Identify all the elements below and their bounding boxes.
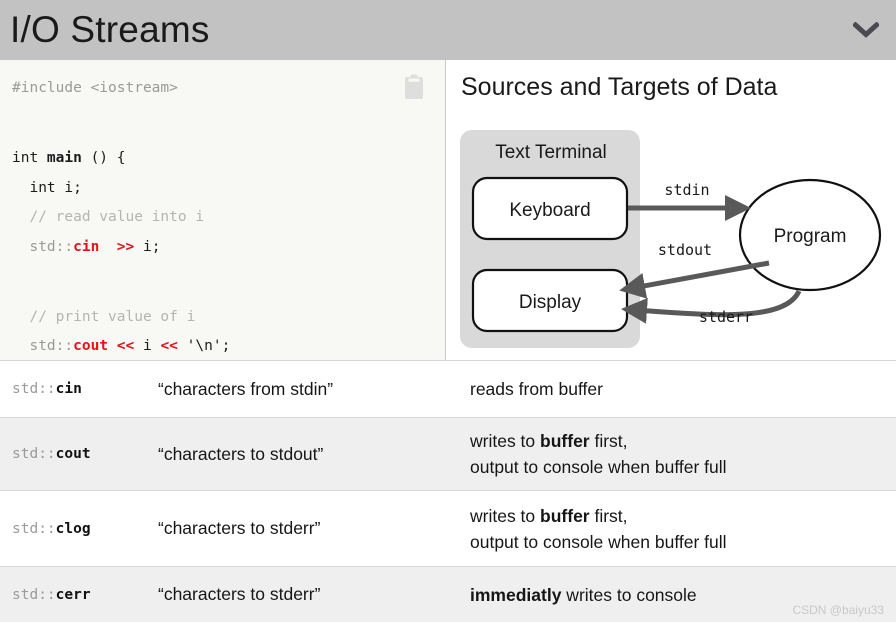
text-terminal-label: Text Terminal xyxy=(495,142,607,163)
stream-name-cell: std::cin xyxy=(0,381,158,397)
program-label: Program xyxy=(774,226,847,247)
table-row[interactable]: std::cout “characters to stdout” writes … xyxy=(0,417,896,490)
table-row[interactable]: std::cerr “characters to stderr” immedia… xyxy=(0,566,896,622)
streams-table: std::cin “characters from stdin” reads f… xyxy=(0,360,896,622)
clipboard-glyph xyxy=(405,74,423,99)
note-post: first, xyxy=(589,431,628,451)
stream-name-cell: std::clog xyxy=(0,521,158,537)
note-bold: buffer xyxy=(540,505,590,526)
code-line-cout: std::cout << i << '\n'; xyxy=(29,338,231,354)
stdout-arrow xyxy=(619,260,770,299)
stream-description-cell: “characters from stdin” xyxy=(158,378,334,399)
note-bold: immediatly xyxy=(470,584,562,605)
chevron-down-icon[interactable] xyxy=(848,14,884,46)
stderr-label: stderr xyxy=(699,308,753,326)
stream-identifier: cerr xyxy=(55,586,91,603)
stream-namespace: std:: xyxy=(12,586,56,603)
note-bold: buffer xyxy=(540,431,590,451)
code-line-comment-read: // read value into i xyxy=(12,209,205,225)
stream-note-cell: writes to buffer first, output to console… xyxy=(470,503,896,555)
code-line-decl: int i; xyxy=(12,179,82,196)
display-label: Display xyxy=(519,292,582,313)
stream-description-cell: “characters to stderr” xyxy=(158,518,321,538)
note-line-1: writes to buffer first, xyxy=(470,428,896,454)
code-blank-2 xyxy=(12,262,230,273)
slide-page: I/O Streams #include <iostream> int main… xyxy=(0,0,896,623)
note-post: first, xyxy=(589,505,628,526)
table-row[interactable]: std::cin “characters from stdin” reads f… xyxy=(0,360,896,417)
stream-namespace: std:: xyxy=(12,520,56,537)
code-line-main: int main () { xyxy=(12,150,126,166)
watermark: CSDN @baiyu33 xyxy=(792,603,884,617)
clipboard-copy-icon[interactable] xyxy=(403,74,425,100)
note-line-1: writes to buffer first, xyxy=(470,503,896,529)
note-line-2: output to console when buffer full xyxy=(470,531,727,552)
stdin-label: stdin xyxy=(664,181,709,199)
stdout-label: stdout xyxy=(658,241,712,259)
note-pre: writes to xyxy=(470,505,541,526)
stream-note-cell: writes to buffer first, output to console… xyxy=(470,428,896,480)
stream-identifier: cin xyxy=(55,381,82,397)
stream-identifier: clog xyxy=(55,520,91,537)
io-flow-diagram: Text Terminal Keyboard Display Program s… xyxy=(460,130,882,348)
note-pre: reads from buffer xyxy=(470,379,603,399)
code-blank-1 xyxy=(12,104,230,115)
stream-namespace: std:: xyxy=(12,381,56,397)
diagram-panel: Sources and Targets of Data Text Termina… xyxy=(447,60,896,360)
note-line-2: output to console when buffer full xyxy=(470,457,727,477)
stream-name-cell: std::cout xyxy=(0,446,158,462)
stream-name-cell: std::cerr xyxy=(0,587,158,603)
page-header: I/O Streams xyxy=(0,0,896,60)
stream-namespace: std:: xyxy=(12,446,56,462)
code-line-include: #include <iostream> xyxy=(12,80,178,96)
stream-note-cell: reads from buffer xyxy=(470,376,896,402)
code-block[interactable]: #include <iostream> int main () { int i;… xyxy=(12,74,230,391)
keyboard-label: Keyboard xyxy=(509,200,590,221)
note-pre: writes to xyxy=(470,431,541,451)
chevron-down-glyph xyxy=(853,22,879,38)
page-title: I/O Streams xyxy=(10,9,210,50)
stream-identifier: cout xyxy=(55,446,91,462)
code-panel: #include <iostream> int main () { int i;… xyxy=(0,60,446,384)
table-row[interactable]: std::clog “characters to stderr” writes … xyxy=(0,490,896,566)
code-line-cin: std::cin >> i; xyxy=(29,238,161,255)
upper-section: #include <iostream> int main () { int i;… xyxy=(0,60,896,384)
stream-description-cell: “characters to stderr” xyxy=(158,584,321,604)
code-line-comment-print: // print value of i xyxy=(12,308,196,325)
stream-description-cell: “characters to stdout” xyxy=(158,443,324,464)
note-post: writes to console xyxy=(561,584,697,605)
